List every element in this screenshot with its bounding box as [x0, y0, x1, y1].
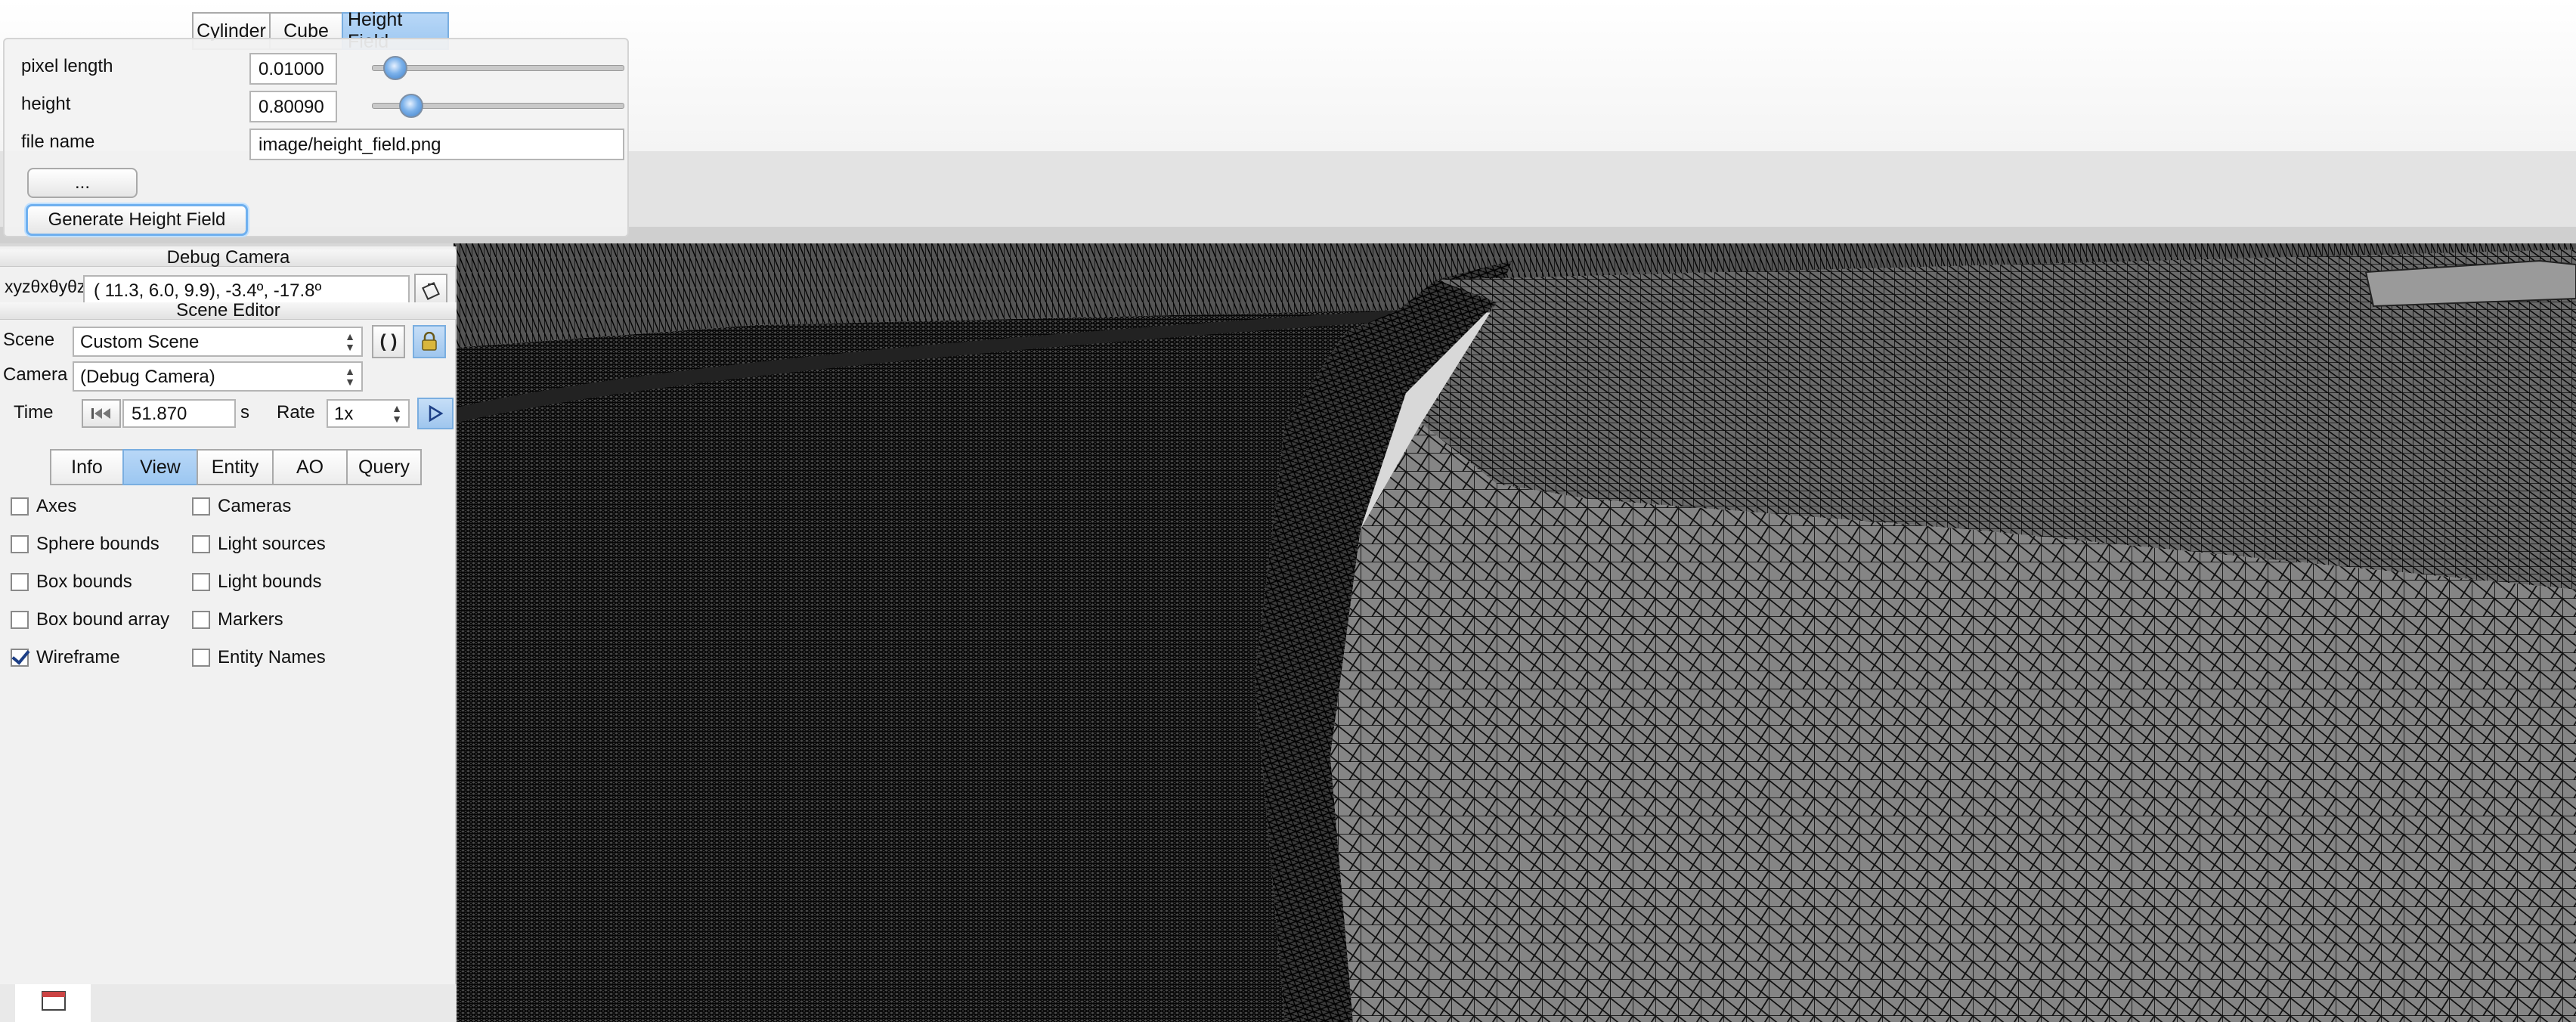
- tab-view[interactable]: View: [122, 449, 197, 485]
- thumbnail: [15, 984, 91, 1022]
- checkbox-label: Light bounds: [218, 571, 322, 592]
- checkbox-cameras[interactable]: Cameras: [192, 496, 291, 517]
- rate-label: Rate: [277, 402, 315, 423]
- pixel-length-label: pixel length: [21, 56, 113, 76]
- checkbox-unchecked-icon[interactable]: [11, 535, 29, 553]
- checkbox-unchecked-icon[interactable]: [192, 497, 210, 516]
- checkbox-unchecked-icon[interactable]: [192, 535, 210, 553]
- tab-query[interactable]: Query: [346, 449, 422, 485]
- time-input[interactable]: 51.870: [122, 399, 236, 428]
- rate-dropdown-value: 1x: [334, 404, 354, 424]
- camera-coord-label: xyzθxθyθz: [5, 277, 86, 296]
- lock-icon[interactable]: [413, 325, 446, 358]
- scene-dropdown-value: Custom Scene: [80, 332, 200, 352]
- checkbox-label: Box bounds: [36, 571, 132, 592]
- reload-icon[interactable]: ( ): [372, 325, 405, 358]
- updown-arrows-icon: ▲ ▼: [345, 330, 355, 353]
- checkbox-markers[interactable]: Markers: [192, 609, 283, 630]
- checkbox-unchecked-icon[interactable]: [192, 649, 210, 667]
- height-field-panel: pixel length 0.01000 height 0.80090 file…: [3, 38, 629, 237]
- checkbox-sphere-bounds[interactable]: Sphere bounds: [11, 534, 159, 555]
- pixel-length-input[interactable]: 0.01000: [249, 53, 337, 85]
- checkbox-axes[interactable]: Axes: [11, 496, 76, 517]
- camera-label: Camera: [3, 364, 68, 385]
- height-input[interactable]: 0.80090: [249, 91, 337, 122]
- calendar-icon: [42, 991, 66, 1011]
- checkbox-unchecked-icon[interactable]: [192, 611, 210, 629]
- browse-button[interactable]: ...: [27, 168, 138, 198]
- checkbox-label: Sphere bounds: [36, 534, 159, 554]
- file-name-label: file name: [21, 132, 95, 152]
- checkbox-unchecked-icon[interactable]: [192, 573, 210, 591]
- rewind-icon[interactable]: [82, 399, 121, 428]
- checkbox-label: Entity Names: [218, 647, 326, 667]
- checkbox-label: Cameras: [218, 496, 292, 516]
- debug-camera-title: Debug Camera: [0, 249, 457, 267]
- scene-editor-title: Scene Editor: [0, 302, 457, 320]
- checkbox-box-bounds[interactable]: Box bounds: [11, 571, 132, 593]
- play-icon[interactable]: [417, 398, 454, 429]
- checkbox-unchecked-icon[interactable]: [11, 611, 29, 629]
- tab-info[interactable]: Info: [50, 449, 122, 485]
- checkbox-entity-names[interactable]: Entity Names: [192, 647, 326, 668]
- tab-ao[interactable]: AO: [272, 449, 346, 485]
- checkbox-label: Light sources: [218, 534, 326, 554]
- status-strip: [0, 984, 457, 1022]
- checkbox-unchecked-icon[interactable]: [11, 573, 29, 591]
- checkbox-checked-icon[interactable]: [11, 649, 29, 667]
- checkbox-label: Axes: [36, 496, 77, 516]
- updown-arrows-icon: ▲ ▼: [345, 365, 355, 388]
- updown-arrows-icon: ▲ ▼: [392, 402, 402, 425]
- scene-dropdown[interactable]: Custom Scene ▲ ▼: [73, 327, 363, 357]
- checkbox-light-sources[interactable]: Light sources: [192, 534, 326, 555]
- scene-editor-tabs: Info View Entity AO Query: [50, 449, 422, 485]
- pixel-length-slider[interactable]: [372, 65, 624, 71]
- height-slider-handle[interactable]: [399, 94, 423, 118]
- checkbox-label: Box bound array: [36, 609, 170, 630]
- generate-height-field-button[interactable]: Generate Height Field: [26, 204, 248, 236]
- checkbox-label: Markers: [218, 609, 283, 630]
- checkbox-light-bounds[interactable]: Light bounds: [192, 571, 321, 593]
- height-label: height: [21, 94, 71, 114]
- checkbox-box-bound-array[interactable]: Box bound array: [11, 609, 169, 630]
- checkbox-wireframe[interactable]: Wireframe: [11, 647, 120, 668]
- scene-label: Scene: [3, 330, 55, 350]
- tab-entity[interactable]: Entity: [197, 449, 272, 485]
- checkbox-unchecked-icon[interactable]: [11, 497, 29, 516]
- rate-dropdown[interactable]: 1x ▲ ▼: [327, 399, 410, 428]
- camera-dropdown[interactable]: (Debug Camera) ▲ ▼: [73, 361, 363, 392]
- pixel-length-slider-handle[interactable]: [383, 56, 407, 80]
- checkbox-label: Wireframe: [36, 647, 120, 667]
- camera-dropdown-value: (Debug Camera): [80, 367, 215, 387]
- scene-sidebar: Debug Camera xyzθxθyθz ( 11.3, 6.0, 9.9)…: [0, 246, 457, 1022]
- time-unit: s: [240, 402, 249, 423]
- file-name-input[interactable]: image/height_field.png: [249, 129, 624, 160]
- time-label: Time: [14, 402, 54, 423]
